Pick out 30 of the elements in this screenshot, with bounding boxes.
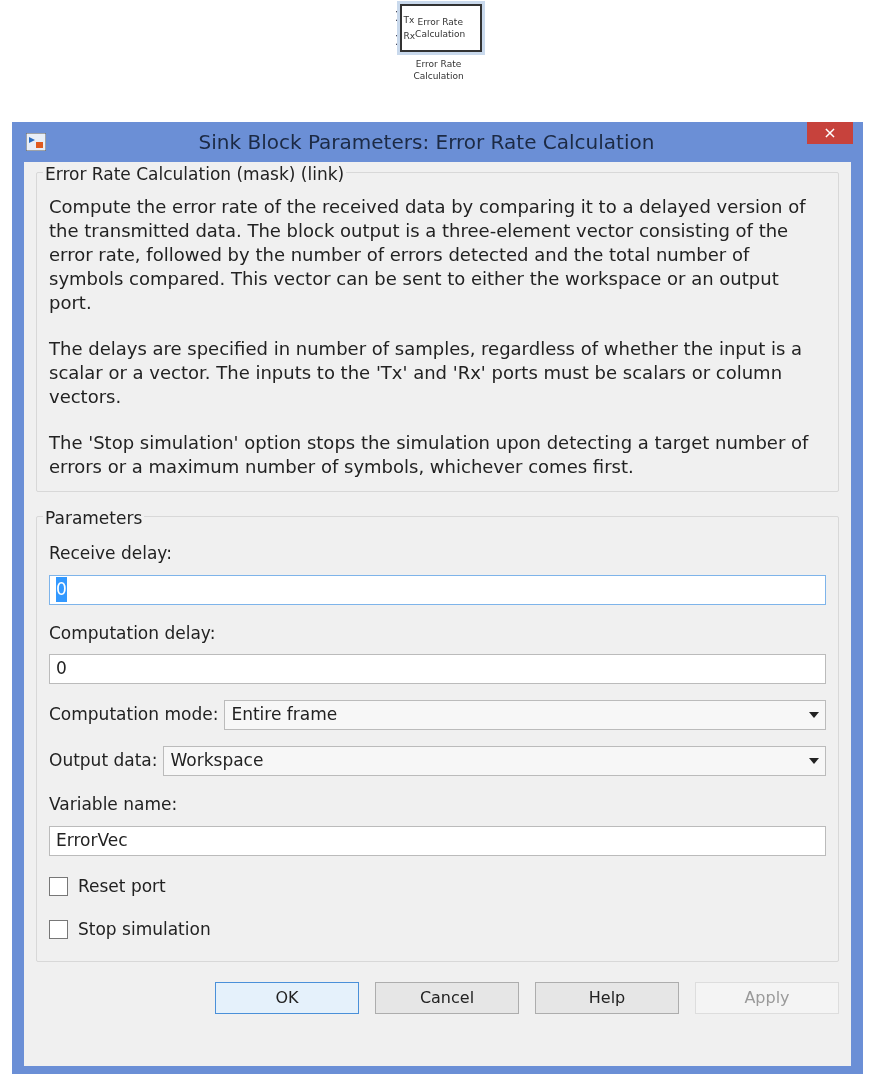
description-text: The 'Stop simulation' option stops the simulation upon detecting a target number of errors or a maximum number of symbols, whichever comes first.	[49, 431, 810, 479]
field-label: Computation mode:	[49, 703, 219, 727]
description-text: The delays are specified in number of samples, regardless of whether the input is a scalar or a vector. The inputs to the 'Tx' and 'Rx' ports must be scalars or column vectors.	[49, 337, 804, 409]
field-label: Variable name:	[49, 793, 179, 816]
checkbox-label: Reset port	[78, 874, 166, 898]
dialog-button[interactable]: Help	[535, 981, 679, 1014]
port-label: Tx	[403, 15, 416, 25]
dialog-button[interactable]: OK	[215, 981, 359, 1014]
field-label: Receive delay:	[49, 542, 173, 565]
checkbox-label: Stop simulation	[78, 918, 211, 941]
window-icon	[26, 133, 46, 151]
caret-icon	[809, 758, 819, 764]
input-field[interactable]: ErrorVec	[49, 825, 826, 856]
close-button[interactable]: ×	[807, 122, 853, 144]
block-body[interactable]: Tx Rx Error Rate Calculation	[399, 4, 482, 52]
dropdown-field[interactable]: Workspace	[163, 746, 826, 776]
description-text: Compute the error rate of the received data by comparing it to a delayed version of the transmitted data. The block output is a three-element vector consisting of the error rate, followed by the number of errors detected and the total number of symbols compared. This vector can be sent to either the workspace or an output port.	[49, 195, 807, 315]
input-field[interactable]: 0	[49, 654, 826, 684]
checkbox[interactable]	[49, 920, 68, 940]
field-label: Computation delay:	[49, 621, 217, 645]
window-title: Sink Block Parameters: Error Rate Calculation	[197, 129, 656, 156]
dropdown-field[interactable]: Entire frame	[224, 700, 826, 730]
checkbox[interactable]	[49, 876, 68, 896]
block-label: Error Rate Calculation	[413, 58, 464, 82]
port-label: Rx	[403, 31, 416, 41]
dialog-button[interactable]: Cancel	[375, 981, 519, 1014]
block-title: Error Rate	[416, 16, 464, 28]
caret-icon	[809, 712, 819, 718]
field-label: Output data:	[49, 749, 158, 773]
block-title: Calculation	[415, 28, 466, 40]
